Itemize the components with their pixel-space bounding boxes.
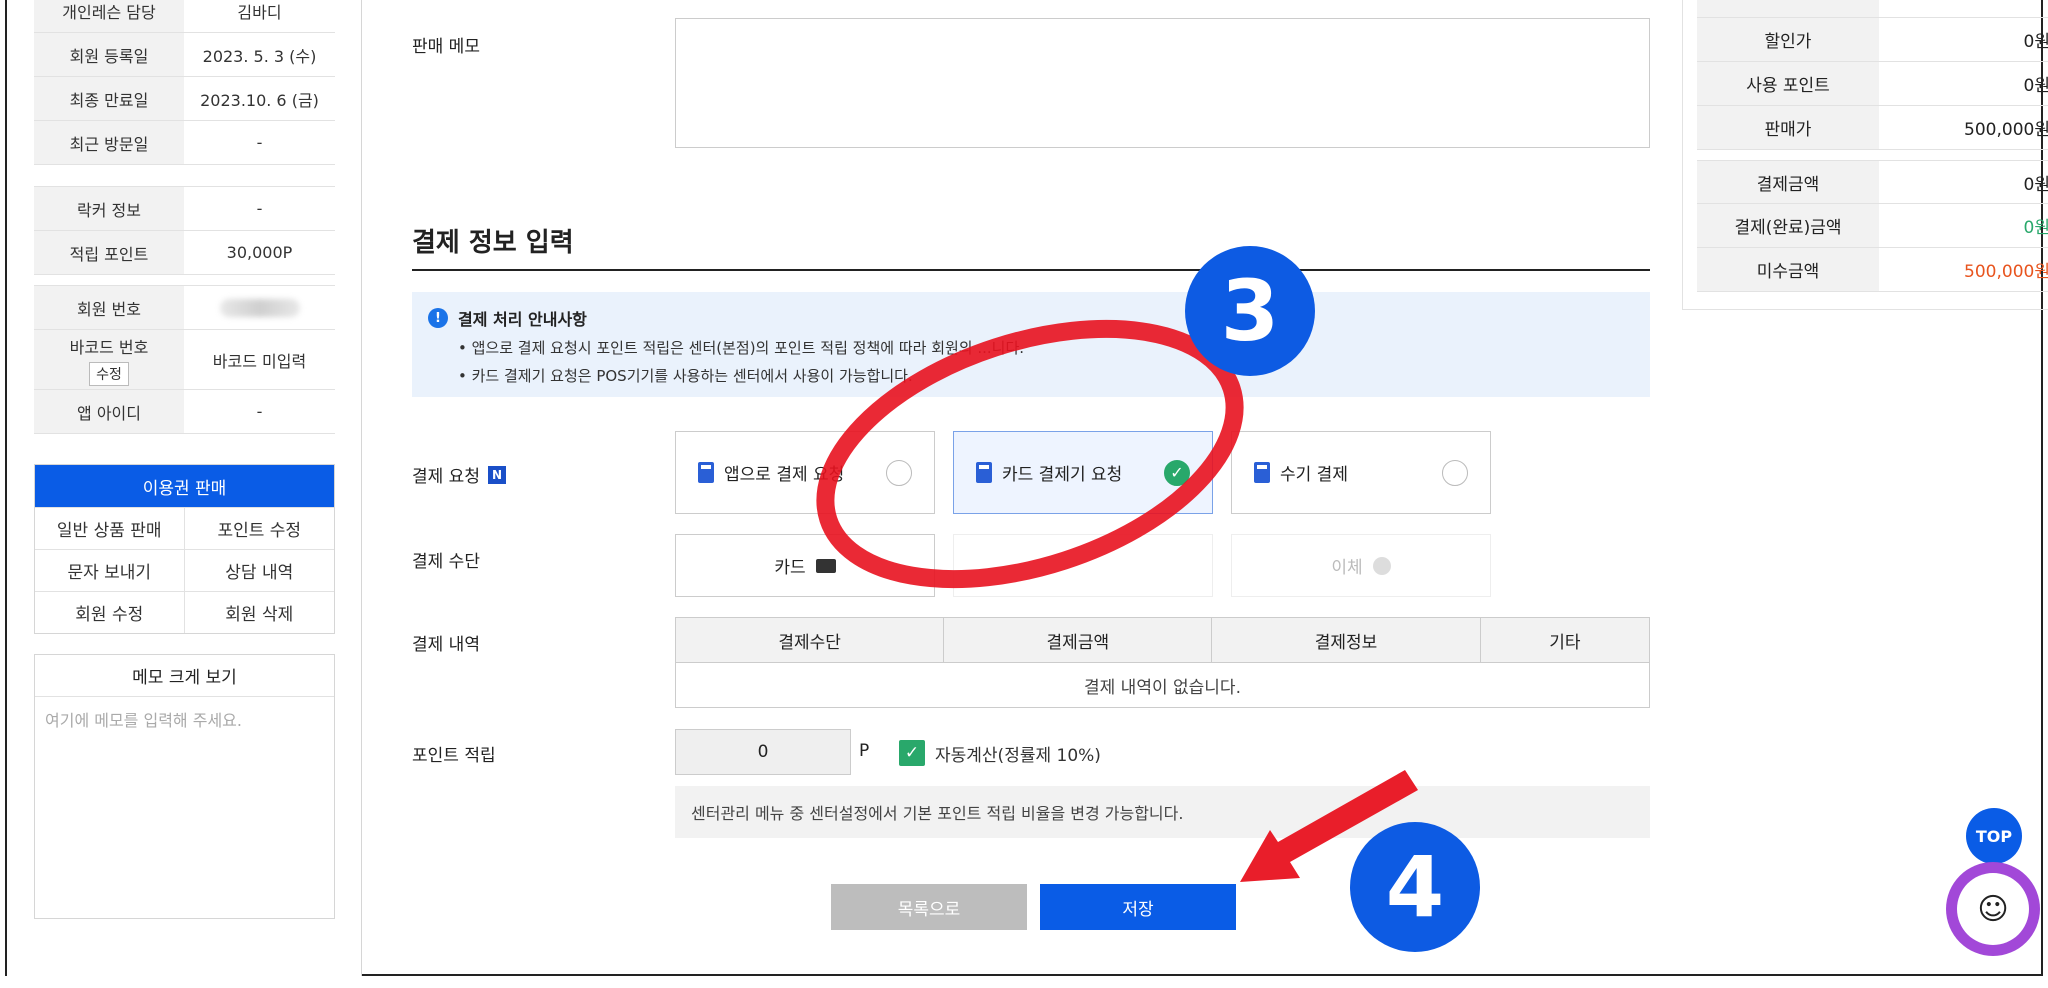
step-4-badge: 4 <box>1350 822 1480 952</box>
scroll-top-button[interactable]: TOP <box>1966 808 2022 864</box>
annotation-overlay <box>816 319 1418 882</box>
step-3-badge: 3 <box>1185 246 1315 376</box>
chatbot-button[interactable]: ☺ <box>1946 862 2040 956</box>
chatbot-icon: ☺ <box>1957 873 2029 945</box>
